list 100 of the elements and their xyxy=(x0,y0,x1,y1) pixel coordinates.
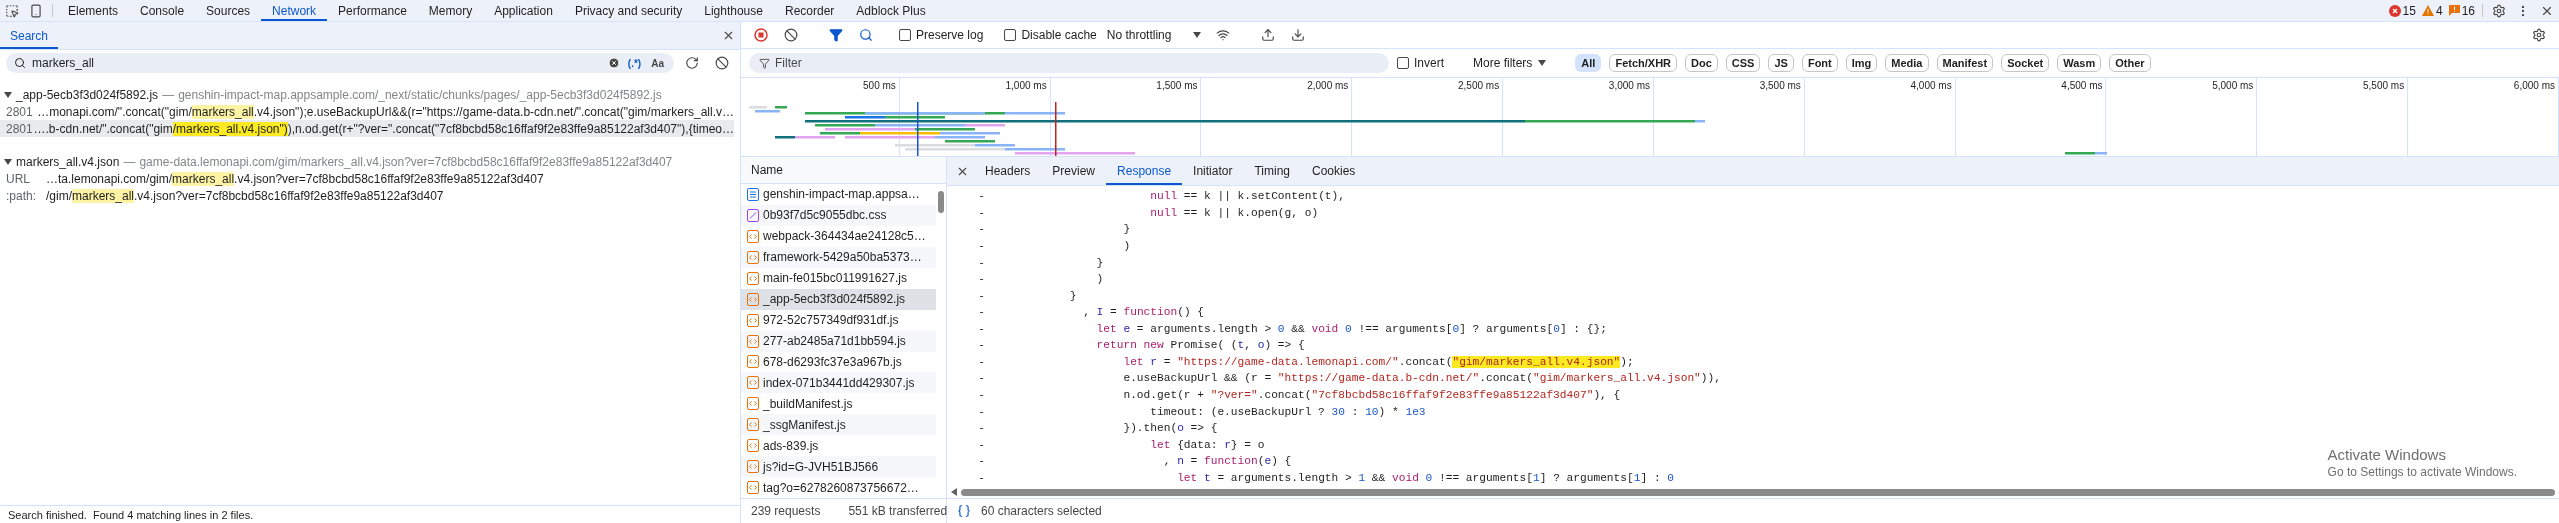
panel-tab[interactable]: Privacy and security xyxy=(563,0,694,21)
detail-tab[interactable]: Cookies xyxy=(1301,157,1367,185)
detail-tab[interactable]: Response xyxy=(1106,157,1183,185)
issue-count[interactable]: 16 xyxy=(2445,0,2478,21)
search-field[interactable]: markers_all (.*) Aa xyxy=(6,53,674,73)
script-icon xyxy=(747,271,759,285)
code-line: } xyxy=(1095,256,1104,269)
pretty-print-icon[interactable] xyxy=(957,504,971,518)
search-status: Search finished. Found 4 matching lines in 2 files. xyxy=(0,505,740,523)
clear-icon[interactable] xyxy=(607,57,620,69)
line-number: :path: xyxy=(5,188,38,203)
search-query: markers_all xyxy=(32,56,95,70)
code-line: } xyxy=(1068,289,1077,302)
match-case-toggle[interactable]: Aa xyxy=(649,57,666,69)
detail-tab[interactable]: Timing xyxy=(1243,157,1301,185)
match-text: /gim/markers_all.v4.json?ver=7cf8bcbd58c16ffaf9f2e83ffe9a85122af3d407 xyxy=(46,188,444,203)
type-filter-chip[interactable]: Manifest xyxy=(1936,54,1994,72)
more-filters-dropdown[interactable]: More filters xyxy=(1469,56,1551,70)
search-match-row[interactable]: :path: /gim/markers_all.v4.json?ver=7cf8bcbd58c16ffaf9f2e83ffe9a85122af3d407 xyxy=(0,187,734,204)
type-filter-chip[interactable]: JS xyxy=(1768,54,1794,72)
separator: — xyxy=(123,154,136,169)
detail-tab[interactable]: Headers xyxy=(974,157,1042,185)
code-line: , n = function(e) { xyxy=(1162,455,1292,468)
type-filter-chip[interactable]: Fetch/XHR xyxy=(1609,54,1678,72)
regex-toggle[interactable]: (.*) xyxy=(625,57,644,69)
panel-tab[interactable]: Performance xyxy=(327,0,418,21)
type-filter-chip[interactable]: Font xyxy=(1801,54,1838,72)
type-filter-chip[interactable]: CSS xyxy=(1725,54,1761,72)
type-filter-chip[interactable]: All xyxy=(1575,54,1602,72)
panel-tab[interactable]: Elements xyxy=(57,0,130,21)
request-row[interactable]: _app-5ecb3f3d024f5892.js xyxy=(741,288,936,310)
type-filter-chip[interactable]: Media xyxy=(1885,54,1929,72)
type-filter-chip[interactable]: Doc xyxy=(1685,54,1718,72)
issue-icon xyxy=(2448,5,2460,16)
filter-field[interactable]: Filter xyxy=(749,53,1389,73)
line-marker: - xyxy=(977,206,986,219)
time-tick-label: 1,000 ms xyxy=(1005,80,1047,91)
expand-toggle[interactable] xyxy=(4,158,12,165)
request-name: ads-839.js xyxy=(763,438,819,453)
error-icon xyxy=(2388,4,2401,17)
caret-icon xyxy=(1538,60,1547,66)
code-line: null == k || k.setContent(t), xyxy=(1149,190,1345,203)
panel-tab[interactable]: Network xyxy=(261,0,328,21)
line-marker: - xyxy=(977,372,986,385)
time-tick-label: 4,500 ms xyxy=(2061,80,2103,91)
type-filter-chip[interactable]: Img xyxy=(1845,54,1878,72)
request-row[interactable]: 277-ab2485a71d1bb594.js xyxy=(741,330,936,352)
panel-tab[interactable]: Application xyxy=(483,0,564,21)
checkbox[interactable]: Invert xyxy=(1397,56,1444,70)
line-marker: - xyxy=(977,289,986,302)
type-filter-chip[interactable]: Socket xyxy=(2001,54,2050,72)
filter-icon xyxy=(759,58,770,69)
code-line: let {data: r} = o xyxy=(1149,438,1265,451)
search-tab[interactable]: Search xyxy=(0,22,59,49)
result-file-path: genshin-impact-map.appsample.com/_next/static/chunks/pages/_app-5ecb3f3d024f5892.js xyxy=(178,87,662,102)
code-line: let e = arguments.length > 0 && void 0 !== arguments[0] ? arguments[0] : {}; xyxy=(1095,322,1607,335)
script-icon xyxy=(747,418,759,432)
panel-tab[interactable]: Memory xyxy=(417,0,484,21)
panel-tab[interactable]: Recorder xyxy=(773,0,846,21)
error-count[interactable]: 15 xyxy=(2385,0,2419,21)
request-name: tag?o=6278260873756672… xyxy=(763,480,919,495)
request-row[interactable]: index-071b3441dd429307.js xyxy=(741,372,936,394)
column-header[interactable]: Name xyxy=(751,163,783,177)
type-filter-chip[interactable]: Other xyxy=(2109,54,2151,72)
document-icon xyxy=(747,187,759,201)
request-row[interactable]: 0b93f7d5c9055dbc.css xyxy=(741,204,936,226)
code-line: return new Promise( (t, o) => { xyxy=(1095,339,1305,352)
warning-count[interactable]: 4 xyxy=(2418,0,2446,21)
detail-tab[interactable]: Preview xyxy=(1041,157,1107,185)
panel-tab[interactable]: Console xyxy=(129,0,196,21)
time-tick-label: 2,500 ms xyxy=(1458,80,1500,91)
checkbox[interactable]: Disable cache xyxy=(1004,28,1097,42)
scroll-arrow-icon[interactable] xyxy=(951,488,957,496)
search-match-row[interactable]: 2801….b-cdn.net/".concat("gim/markers_all.v4.json")),n.od.get(r+"?ver=".concat("7cf8bcbd58c16ffaf9f2e83ffe9a85122af3d407"),{timeo… xyxy=(0,120,734,137)
line-marker: - xyxy=(977,256,986,269)
request-row[interactable]: js?id=G-JVH51BJ566 xyxy=(741,456,936,478)
detail-tab[interactable]: Initiator xyxy=(1182,157,1244,185)
result-file-name[interactable]: markers_all.v4.json xyxy=(16,154,120,169)
result-file-path: game-data.lemonapi.com/gim/markers_all.v4.json?ver=7cf8bcbd58c16ffaf9f2e83ffe9a85122af3d407 xyxy=(139,154,673,169)
caret-icon xyxy=(4,91,12,98)
time-tick-label: 1,500 ms xyxy=(1156,80,1198,91)
result-file-name[interactable]: _app-5ecb3f3d024f5892.js xyxy=(16,87,159,102)
script-icon xyxy=(747,481,759,495)
request-row[interactable]: framework-5429a50ba5373… xyxy=(741,246,936,268)
panel-tab[interactable]: Adblock Plus xyxy=(845,0,937,21)
expand-toggle[interactable] xyxy=(4,91,12,98)
time-tick-label: 500 ms xyxy=(863,80,896,91)
request-row[interactable]: _ssgManifest.js xyxy=(741,414,936,436)
type-filter-chip[interactable]: Wasm xyxy=(2057,54,2102,72)
request-name: genshin-impact-map.appsa… xyxy=(763,187,920,202)
throttling-dropdown[interactable]: No throttling xyxy=(1102,28,1206,42)
search-match-row[interactable]: 2801 …monapi.com/".concat("gim/markers_all.v4.json");e.useBackupUrl&&(r="https://game-data.b-cdn.net/".concat("gim/markers_all.v… xyxy=(0,103,734,120)
checkbox[interactable]: Preserve log xyxy=(899,28,984,42)
request-name: webpack-364434ae24128c5… xyxy=(763,229,926,244)
line-marker: - xyxy=(977,339,986,352)
panel-tab[interactable]: Lighthouse xyxy=(693,0,774,21)
code-line: } xyxy=(1122,223,1131,236)
panel-tab[interactable]: Sources xyxy=(195,0,262,21)
line-marker: - xyxy=(977,405,986,418)
search-match-row[interactable]: URL …ta.lemonapi.com/gim/markers_all.v4.json?ver=7cf8bcbd58c16ffaf9f2e83ffe9a85122af3d407 xyxy=(0,170,734,187)
